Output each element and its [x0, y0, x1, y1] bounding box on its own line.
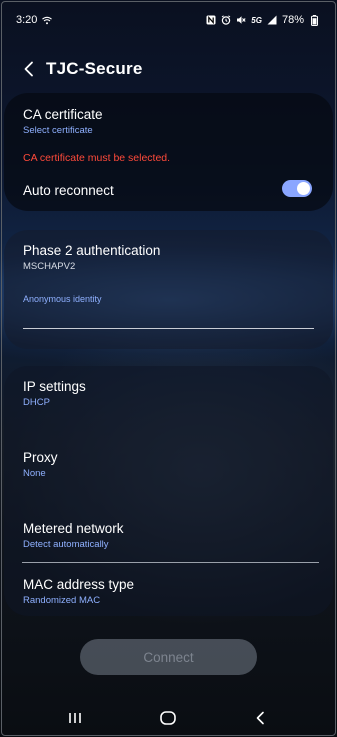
ca-certificate-row[interactable]: CA certificate Select certificate [23, 107, 314, 136]
ca-certificate-title: CA certificate [23, 107, 103, 122]
phase2-title: Phase 2 authentication [23, 243, 161, 258]
home-icon [160, 711, 176, 725]
mute-icon [236, 15, 246, 25]
signal-icon [267, 15, 277, 25]
header: TJC-Secure [0, 52, 337, 86]
phase2-value: MSCHAPV2 [23, 261, 76, 272]
recent-apps-icon [69, 713, 81, 723]
phase2-row[interactable]: Phase 2 authentication MSCHAPV2 [23, 243, 314, 272]
mac-address-title: MAC address type [23, 577, 135, 592]
page-title: TJC-Secure [46, 59, 143, 78]
proxy-title: Proxy [23, 450, 58, 465]
anonymous-identity-label: Anonymous identity [23, 294, 102, 304]
connect-button[interactable]: Connect [80, 639, 257, 675]
mac-address-value: Randomized MAC [23, 595, 101, 606]
alarm-icon [221, 15, 231, 25]
chevron-left-icon [24, 61, 33, 77]
nfc-icon [206, 15, 216, 25]
auto-reconnect-label: Auto reconnect [23, 183, 114, 198]
proxy-row[interactable]: Proxy None [23, 450, 314, 479]
advanced-settings-card: IP settings DHCP Proxy None Metered netw… [4, 366, 333, 616]
battery-icon [309, 14, 319, 26]
home-button[interactable] [156, 706, 180, 730]
proxy-value: None [23, 468, 46, 479]
ca-certificate-value: Select certificate [23, 125, 93, 136]
back-icon [256, 711, 264, 725]
ca-certificate-error: CA certificate must be selected. [23, 152, 171, 164]
metered-network-value: Detect automatically [23, 539, 109, 550]
ip-settings-title: IP settings [23, 379, 86, 394]
status-time: 3:20 [16, 14, 38, 26]
auto-reconnect-row[interactable]: Auto reconnect [23, 183, 314, 198]
anonymous-identity-input[interactable] [23, 308, 314, 326]
ip-settings-value: DHCP [23, 397, 50, 408]
auto-reconnect-toggle[interactable] [282, 180, 312, 197]
toggle-knob [297, 182, 310, 195]
authentication-card: Phase 2 authentication MSCHAPV2 Anonymou… [4, 230, 333, 349]
mac-address-row[interactable]: MAC address type Randomized MAC [23, 577, 314, 606]
ip-settings-row[interactable]: IP settings DHCP [23, 379, 314, 408]
wifi-icon [42, 15, 53, 25]
anonymous-identity-underline [23, 328, 314, 329]
status-left: 3:20 [16, 14, 53, 26]
battery-percent: 78% [281, 14, 304, 26]
status-right: 5G 78% [206, 14, 319, 26]
back-button[interactable] [18, 58, 40, 80]
metered-network-row[interactable]: Metered network Detect automatically [23, 521, 314, 550]
certificate-card: CA certificate Select certificate CA cer… [4, 93, 333, 211]
status-bar: 3:20 5G 78% [0, 0, 337, 40]
recent-apps-button[interactable] [63, 706, 87, 730]
network-type-label: 5G [251, 15, 262, 25]
navigation-bar [0, 700, 337, 736]
metered-network-title: Metered network [23, 521, 124, 536]
divider [22, 562, 319, 563]
back-nav-button[interactable] [248, 706, 272, 730]
